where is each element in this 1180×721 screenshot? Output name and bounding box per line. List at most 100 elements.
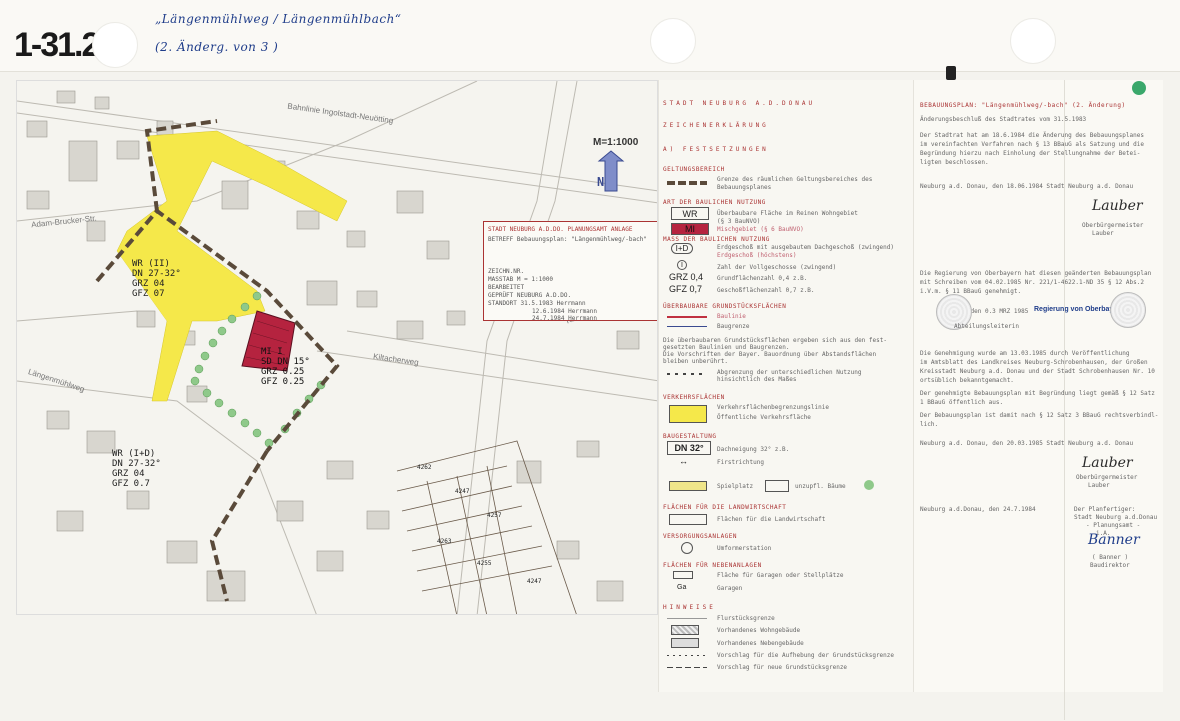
signature: Lauber <box>1092 198 1143 214</box>
legend-text: Garagen <box>717 585 743 592</box>
legend-head-nebenanlage: FLÄCHEN FÜR NEBENANLAGEN <box>663 562 762 569</box>
north-label: N <box>597 175 605 189</box>
legend-text: Bebauungsplanes <box>717 184 772 191</box>
legend-text: Vorhandenes Nebengebäude <box>717 640 804 647</box>
wr-symbol: WR <box>671 207 709 220</box>
legend-text: Vorschlag für die Aufhebung der Grundstü… <box>717 652 895 659</box>
legend-text: Flurstücksgrenze <box>717 615 775 622</box>
legend-section-a: A) FESTSETZUNGEN <box>663 146 769 153</box>
procedures-para: mit Schreiben vom 04.02.1985 Nr. 221/1-4… <box>920 279 1144 286</box>
procedures-para: Der genehmigte Bebauungsplan mit Begründ… <box>920 390 1155 397</box>
legend-text: Fläche für Garagen oder Stellplätze <box>717 572 844 579</box>
official-stamp <box>1110 292 1146 328</box>
boundary-symbol <box>667 181 707 185</box>
legend-text: Umformerstation <box>717 545 772 552</box>
title-block-subject: BETREFF Bebauungsplan: "Längenmühlweg/-b… <box>488 236 647 243</box>
procedures-panel: BEBAUUNGSPLAN: "Längenmühlweg/-bach" (2.… <box>913 80 1163 692</box>
mi-symbol: MI <box>671 223 709 235</box>
lot-number: 4247 <box>455 488 470 495</box>
procedures-para: Begründung hierzu nach Einholung der Ste… <box>920 150 1141 157</box>
procedures-role: Lauber <box>1088 482 1110 489</box>
signature: Banner <box>1088 532 1140 548</box>
legend-authority: STADT NEUBURG A.D.DONAU <box>663 100 816 107</box>
grz-symbol: GRZ 0,4 <box>669 272 704 282</box>
legend-text: Öffentliche Verkehrsfläche <box>717 414 811 421</box>
legend-head-geltung: GELTUNGSBEREICH <box>663 166 725 173</box>
landwirt-symbol <box>669 514 707 525</box>
stamp-sub: Abteilungsleiterin <box>954 323 1020 330</box>
procedures-line: Änderungsbeschluß des Stadtrates vom 31.… <box>920 116 1087 123</box>
procedures-para: ortsüblich bekanntgemacht. <box>920 377 1014 384</box>
legend-text: Abgrenzung der unterschiedlichen Nutzung <box>717 369 862 376</box>
spielplatz-symbol <box>669 481 707 491</box>
double-arrow-icon: ↔ <box>679 456 688 466</box>
legend-text: hinsichtlich des Maßes <box>717 376 797 383</box>
wohngebaeude-symbol <box>671 625 699 635</box>
legend-head-bauweise: BAUGESTALTUNG <box>663 433 717 440</box>
procedures-para: 1 BBauG öffentlich aus. <box>920 399 1004 406</box>
legend-panel: STADT NEUBURG A.D.DONAU ZEICHENERKLÄRUNG… <box>658 80 913 692</box>
procedures-heading: BEBAUUNGSPLAN: "Längenmühlweg/-bach" (2.… <box>920 102 1126 109</box>
legend-text: Verkehrsflächenbegrenzungslinie <box>717 404 829 411</box>
planner-line: - Planungsamt - <box>1086 522 1141 529</box>
legend-text: (§ 3 BauNVO) <box>717 218 761 225</box>
punch-hole <box>92 22 138 68</box>
title-block-checked: GEPRÜFT NEUBURG A.D.DO. <box>488 292 572 299</box>
lot-number: 4247 <box>527 578 542 585</box>
gfz-symbol: GFZ 0,7 <box>669 284 703 294</box>
verkehr-symbol <box>669 405 707 423</box>
procedures-role: ( Banner ) <box>1092 554 1129 561</box>
procedures-para: lich. <box>920 421 939 428</box>
map-scale-label: M=1:1000 <box>593 137 639 148</box>
punch-hole <box>650 18 696 64</box>
spielplatz-marker <box>765 480 789 492</box>
legend-head-ueberbaubar: ÜBERBAUBARE GRUNDSTÜCKSFLÄCHEN <box>663 303 787 310</box>
legend-text: Erdgeschoß (höchstens) <box>717 252 797 259</box>
procedures-para: i.V.m. § 11 BBauG genehmigt. <box>920 288 1022 295</box>
title-block-status: STANDORT 31.5.1983 Herrmann <box>488 300 586 307</box>
legend-head-nutzung: ART DER BAULICHEN NUTZUNG <box>663 199 766 206</box>
legend-text: Dachneigung 32° z.B. <box>717 446 790 453</box>
lot-number: 4262 <box>417 464 432 471</box>
procedures-role: Oberbürgermeister <box>1082 222 1144 229</box>
planner-line: Der Planfertiger: <box>1074 506 1136 513</box>
legend-text: Vorhandenes Wohngebäude <box>717 627 801 634</box>
signature: Lauber <box>1082 455 1133 471</box>
procedures-para: Der Bebauungsplan ist damit nach § 12 Sa… <box>920 412 1159 419</box>
title-block-editor: BEARBEITET <box>488 284 525 291</box>
neue-grenze-symbol <box>667 667 707 668</box>
procedures-para: im vereinfachten Verfahren nach § 13 BBa… <box>920 141 1144 148</box>
legend-head-landwirt: FLÄCHEN FÜR DIE LANDWIRTSCHAFT <box>663 504 787 511</box>
title-block-drawing-no: ZEICHN.NR. <box>488 268 525 275</box>
legend-head-versorgung: VERSORGUNGSANLAGEN <box>663 533 738 540</box>
handwritten-subtitle: (2. Änderg. von 3 ) <box>155 40 279 54</box>
aufhebung-symbol <box>667 655 707 656</box>
id-symbol: I+D <box>671 243 693 254</box>
legend-note: Die überbaubaren Grundstücksflächen erge… <box>663 337 887 344</box>
procedures-para: im Amtsblatt des Landkreises Neuburg-Sch… <box>920 359 1148 366</box>
procedures-role: Lauber <box>1092 230 1114 237</box>
legend-text: Baulinie <box>717 313 746 320</box>
legend-text: Mischgebiet (§ 6 BauNVO) <box>717 226 804 233</box>
title-block-date: 12.6.1984 Herrmann <box>532 308 598 315</box>
procedures-place-date: Neuburg a.d. Donau, den 18.06.1984 Stadt… <box>920 183 1134 190</box>
baulinie-symbol <box>667 316 707 318</box>
procedures-para: Die Genehmigung wurde am 13.03.1985 durc… <box>920 350 1130 357</box>
title-block: STADT NEUBURG A.D.DO. PLANUNGSAMT ANLAGE… <box>483 221 657 322</box>
title-block-date: 24.7.1984 Herrmann <box>532 315 598 322</box>
handwritten-title: „Längenmühlweg / Längenmühlbach“ <box>155 12 402 26</box>
legend-heading: ZEICHENERKLÄRUNG <box>663 122 769 129</box>
legend-note: Die Vorschriften der Bayer. Bauordnung ü… <box>663 351 877 358</box>
procedures-para: Der Stadtrat hat am 18.6.1984 die Änderu… <box>920 132 1144 139</box>
legend-text: Überbaubare Fläche im Reinen Wohngebiet <box>717 210 858 217</box>
binder-clip <box>946 66 956 80</box>
procedures-para: ligten beschlossen. <box>920 159 989 166</box>
legend-text: Grenze des räumlichen Geltungsbereiches … <box>717 176 873 183</box>
lot-number: 4255 <box>477 560 492 567</box>
dn-symbol: DN 32° <box>667 441 711 455</box>
zone-label-wr-top: WR (II) DN 27-32° GRZ 04 GFZ 07 <box>132 259 181 299</box>
legend-text: Vorschlag für neue Grundstücksgrenze <box>717 664 848 671</box>
procedures-role: Oberbürgermeister <box>1076 474 1138 481</box>
lot-number: 4257 <box>487 512 502 519</box>
title-block-scale: MASSTAB M = 1:1000 <box>488 276 554 283</box>
